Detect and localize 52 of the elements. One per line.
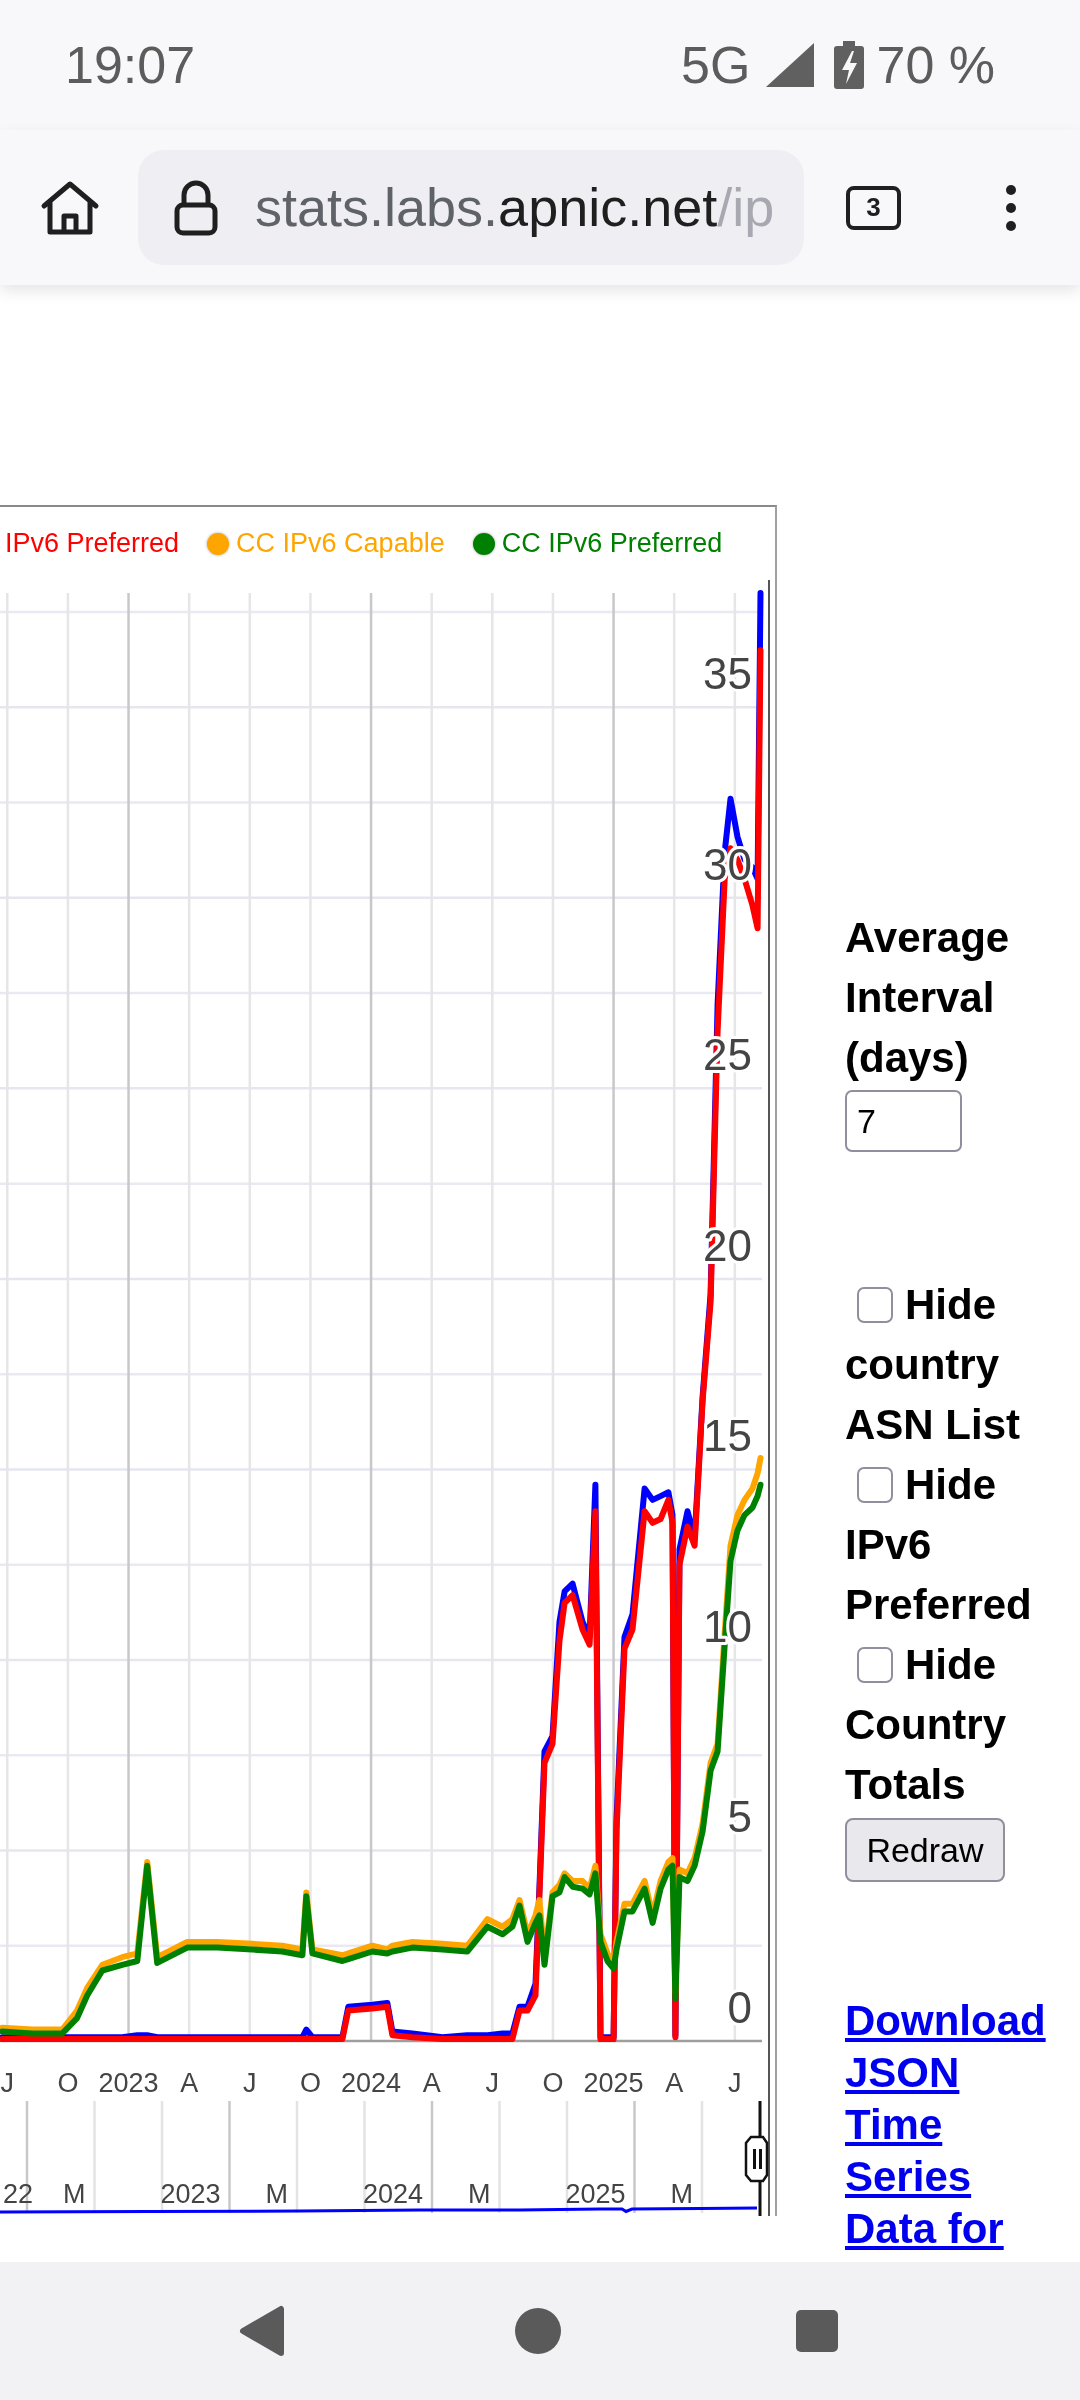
navigator-label: M (468, 2179, 491, 2209)
clock-time: 19:07 (65, 39, 196, 91)
navigator-label: 2023 (160, 2179, 221, 2209)
address-bar[interactable]: stats.labs.apnic.net/ip (138, 150, 804, 265)
legend-label: CC IPv6 Preferred (501, 528, 723, 559)
navigator-label: 2024 (362, 2179, 423, 2209)
more-menu-icon[interactable] (1005, 184, 1017, 231)
battery-charging-icon (834, 41, 865, 89)
average-interval-field[interactable]: 7 (845, 1090, 962, 1152)
legend-label: CC IPv6 Capable (236, 528, 445, 559)
home-button-icon[interactable] (515, 2308, 561, 2354)
x-axis-label: O (57, 2068, 79, 2098)
download-json-link[interactable]: Download JSON Time Series Data for (845, 1995, 1057, 2255)
network-type: 5G (681, 39, 751, 91)
checkbox-option[interactable]: Hide country ASN List (845, 1275, 1057, 1455)
checkbox-option[interactable]: Hide IPv6 Preferred (845, 1455, 1057, 1635)
y-axis-label: 35 (703, 649, 752, 699)
checkbox[interactable] (857, 1467, 893, 1503)
navigator-label: M (265, 2179, 288, 2209)
x-axis-label: A (665, 2068, 684, 2098)
x-axis-label: 2024 (341, 2068, 402, 2098)
x-axis-label: A (422, 2068, 441, 2098)
y-axis-label: 5 (727, 1792, 752, 1842)
y-axis-label: 15 (703, 1411, 752, 1461)
checkbox-option[interactable]: Hide Country Totals (845, 1635, 1057, 1815)
tab-switcher-button[interactable]: 3 (846, 185, 901, 230)
x-axis-label: J (0, 2068, 15, 2098)
x-axis-label: J (243, 2068, 257, 2098)
x-axis-label: O (542, 2068, 564, 2098)
lock-icon (174, 179, 218, 236)
home-icon[interactable] (40, 179, 100, 236)
signal-icon (766, 43, 815, 87)
y-axis-label: 0 (727, 1983, 752, 2032)
x-axis-label: O (299, 2068, 321, 2098)
back-icon[interactable] (239, 2305, 285, 2357)
battery-percentage: 70 % (876, 39, 995, 91)
navigator-label: M (63, 2179, 86, 2209)
checkbox[interactable] (857, 1647, 893, 1683)
checkbox[interactable] (857, 1287, 893, 1323)
legend-label: IPv6 Preferred (5, 528, 180, 559)
x-axis-label: J (485, 2068, 500, 2098)
redraw-button[interactable]: Redraw (845, 1818, 1005, 1882)
navigator-label: 22 (2, 2179, 33, 2209)
average-interval-label: Average Interval (days) (845, 913, 1011, 1083)
range-handle-icon[interactable] (744, 2135, 769, 2183)
url-text: stats.labs.apnic.net/ip (255, 176, 775, 239)
navigator-label: M (670, 2179, 693, 2209)
x-axis-label: 2025 (583, 2068, 644, 2098)
x-axis-label: A (180, 2068, 199, 2098)
x-axis-label: 2023 (98, 2068, 159, 2098)
navigator-label: 2025 (565, 2179, 626, 2209)
x-axis-label: J (728, 2068, 742, 2098)
